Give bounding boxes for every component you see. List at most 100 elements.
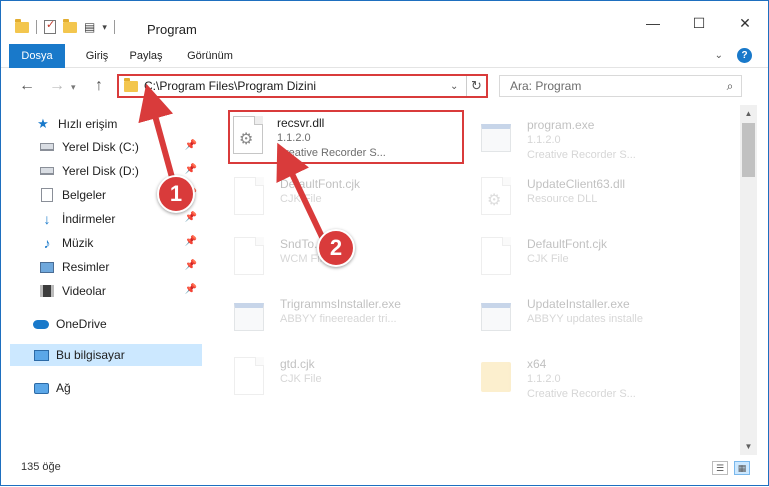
pictures-icon <box>39 259 55 275</box>
pin-icon[interactable]: 📌 <box>185 284 197 295</box>
file-description: ABBYY fineereader tri... <box>280 313 397 325</box>
sidebar-item-label: OneDrive <box>56 317 107 331</box>
folder-icon <box>15 18 29 33</box>
view-switcher: ☰ ▦ <box>712 461 750 475</box>
address-dropdown-icon[interactable]: ⌄ <box>450 81 466 92</box>
file-description: ABBYY updates installe <box>527 313 643 325</box>
file-name: UpdateInstaller.exe <box>527 297 630 311</box>
file-description: Creative Recorder S... <box>277 147 386 159</box>
sidebar-item-music[interactable]: ♪ Müzik 📌 <box>39 232 201 254</box>
pin-icon[interactable]: 📌 <box>185 140 197 151</box>
address-path[interactable]: C:\Program Files\Program Dizini <box>144 79 450 93</box>
forward-button[interactable]: → <box>49 77 65 95</box>
close-button[interactable]: ✕ <box>722 9 768 37</box>
file-tile-recsvr-dll[interactable]: ⚙ recsvr.dll 1.1.2.0 Creative Recorder S… <box>228 110 464 164</box>
file-tile-trigrammsinstaller-exe[interactable]: TrigrammsInstaller.exe ABBYY fineereader… <box>214 291 454 345</box>
generic-file-icon <box>234 357 266 397</box>
onedrive-icon <box>33 316 49 332</box>
file-version: 1.1.2.0 <box>277 132 311 144</box>
generic-file-icon <box>234 237 266 277</box>
item-count: 135 öğe <box>21 461 61 473</box>
file-name: UpdateClient63.dll <box>527 177 626 191</box>
exe-file-icon <box>234 297 266 337</box>
search-icon[interactable]: ⌕ <box>719 79 741 94</box>
tab-home[interactable]: Giriş <box>73 44 121 68</box>
file-name: gtd.cjk <box>280 357 315 371</box>
exe-file-icon <box>481 297 513 337</box>
divider <box>113 20 115 34</box>
tab-view[interactable]: Görünüm <box>179 44 241 68</box>
generic-file-icon <box>234 177 266 217</box>
scroll-down-arrow-icon[interactable]: ▼ <box>740 438 757 455</box>
ribbon-right-controls: ⌄ ? <box>715 48 752 63</box>
tab-file[interactable]: Dosya <box>9 44 65 68</box>
ribbon-tabs: Dosya Giriş Paylaş Görünüm ⌄ ? <box>1 44 768 68</box>
sidebar-item-network[interactable]: Ağ <box>33 377 201 399</box>
sidebar-item-label: Ağ <box>56 381 71 395</box>
videos-icon <box>39 283 55 299</box>
properties-icon[interactable] <box>44 18 56 34</box>
file-tile-updateclient-dll[interactable]: ⚙ UpdateClient63.dll Resource DLL <box>461 171 701 225</box>
sidebar-item-label: Yerel Disk (C:) <box>62 140 139 154</box>
folder-tile-x64[interactable]: x64 1.1.2.0 Creative Recorder S... <box>461 351 701 405</box>
file-type: Resource DLL <box>527 193 598 205</box>
file-version: 1.1.2.0 <box>527 373 561 385</box>
file-list: ⚙ recsvr.dll 1.1.2.0 Creative Recorder S… <box>211 105 739 455</box>
pin-icon[interactable]: 📌 <box>185 164 197 175</box>
file-version: 1.1.2.0 <box>527 134 561 146</box>
file-name: DefaultFont.cjk <box>280 177 361 191</box>
navigation-pane: ★ Hızlı erişim Yerel Disk (C:) 📌 Yerel D… <box>1 105 209 455</box>
file-tile-defaultfont-cjk-2[interactable]: DefaultFont.cjk CJK File <box>461 231 701 285</box>
exe-file-icon <box>481 118 513 158</box>
file-tile-program-exe[interactable]: program.exe 1.1.2.0 Creative Recorder S.… <box>461 112 701 166</box>
customize-toolbar-dropdown-icon[interactable]: ▾ <box>102 22 107 33</box>
recent-locations-dropdown-icon[interactable]: ▾ <box>71 82 76 93</box>
dll-file-icon: ⚙ <box>481 177 513 217</box>
folder-icon <box>124 77 138 92</box>
help-icon[interactable]: ? <box>737 48 752 63</box>
file-name: recsvr.dll <box>277 116 325 130</box>
pin-icon[interactable]: 📌 <box>185 236 197 247</box>
sidebar-item-videos[interactable]: Videolar 📌 <box>39 280 201 302</box>
pin-icon[interactable]: 📌 <box>185 260 197 271</box>
sidebar-item-this-pc[interactable]: Bu bilgisayar <box>10 344 202 366</box>
network-icon <box>33 380 49 396</box>
sidebar-item-label: İndirmeler <box>62 212 116 226</box>
new-folder-icon[interactable] <box>63 18 77 33</box>
scrollbar-thumb[interactable] <box>742 123 755 177</box>
generic-file-icon <box>481 237 513 277</box>
file-tile-updateinstaller-exe[interactable]: UpdateInstaller.exe ABBYY updates instal… <box>461 291 701 345</box>
expand-ribbon-chevron-icon[interactable]: ⌄ <box>715 50 723 61</box>
quick-access-toolbar: ▤ ▾ <box>15 18 115 34</box>
sidebar-item-onedrive[interactable]: OneDrive <box>33 313 201 335</box>
view-icon[interactable]: ▤ <box>84 20 95 34</box>
back-button[interactable]: ← <box>19 77 35 95</box>
pin-icon[interactable]: 📌 <box>185 212 197 223</box>
drive-icon <box>39 163 55 179</box>
sidebar-item-pictures[interactable]: Resimler 📌 <box>39 256 201 278</box>
up-button[interactable]: ↑ <box>95 77 103 95</box>
scroll-up-arrow-icon[interactable]: ▲ <box>740 105 757 122</box>
sidebar-item-label: Bu bilgisayar <box>56 348 125 362</box>
file-tile-gtd-cjk[interactable]: gtd.cjk CJK File <box>214 351 454 405</box>
status-bar: 135 öğe ☰ ▦ <box>1 457 768 485</box>
vertical-scrollbar[interactable]: ▲ ▼ <box>740 105 757 455</box>
sidebar-item-quick-access[interactable]: ★ Hızlı erişim <box>35 113 201 135</box>
minimize-button[interactable]: — <box>630 9 676 37</box>
sidebar-item-label: Hızlı erişim <box>58 117 118 131</box>
search-input[interactable] <box>510 79 719 93</box>
file-type: CJK File <box>280 373 322 385</box>
sidebar-item-local-disk-c[interactable]: Yerel Disk (C:) 📌 <box>39 136 201 158</box>
maximize-button[interactable]: ☐ <box>676 9 722 37</box>
window-title: Program <box>147 22 197 37</box>
large-icons-view-icon[interactable]: ▦ <box>734 461 750 475</box>
file-type: CJK File <box>527 253 569 265</box>
sidebar-item-label: Resimler <box>62 260 110 274</box>
search-box[interactable]: ⌕ <box>499 75 742 97</box>
documents-icon <box>39 187 55 203</box>
file-tile-defaultfont-cjk[interactable]: DefaultFont.cjk CJK File <box>214 171 454 225</box>
tab-share[interactable]: Paylaş <box>123 44 169 68</box>
refresh-icon[interactable]: ↻ <box>466 76 486 96</box>
address-bar[interactable]: C:\Program Files\Program Dizini ⌄ ↻ <box>117 74 488 98</box>
details-view-icon[interactable]: ☰ <box>712 461 728 475</box>
